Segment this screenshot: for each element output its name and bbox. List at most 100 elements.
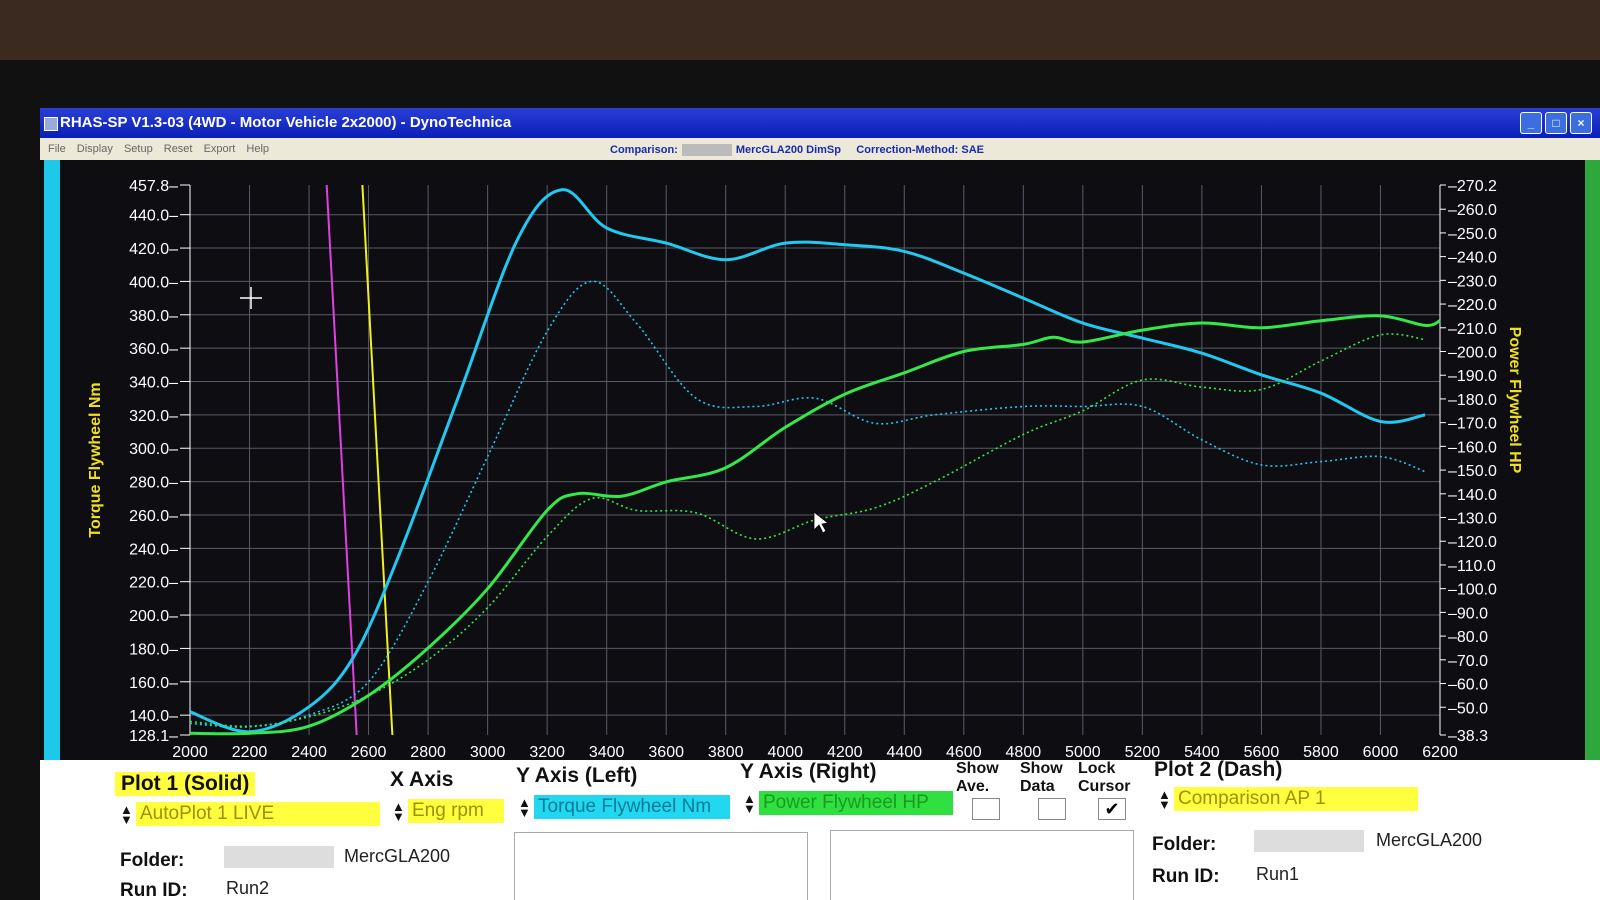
x-tick-label: 3200 [529, 744, 565, 761]
close-icon[interactable]: × [1570, 112, 1592, 134]
x-tick-label: 2000 [172, 744, 208, 761]
x-tick-label: 5400 [1184, 744, 1220, 761]
folder1-redacted [224, 846, 334, 868]
cursor-marker-line [325, 184, 358, 736]
dyno-chart[interactable]: 2000 2200 2400 2600 2800 3000 3200 3400 3600 3800… [40, 160, 1530, 780]
controls-panel: Plot 1 (Solid) ▲ ▼ AutoPlot 1 LIVE X Axis… [40, 758, 1600, 900]
y-right-tick-label: –210.0 [1448, 321, 1497, 338]
x-tick-label: 6000 [1363, 744, 1399, 761]
x-tick-label: 4400 [886, 744, 922, 761]
y-left-tick-label: 440.0– [129, 208, 178, 225]
power-series-dotted [189, 333, 1426, 728]
y-right-tick-label: –190.0 [1448, 368, 1497, 385]
y-right-tick-label: –230.0 [1448, 273, 1497, 290]
y-left-spinner-icon[interactable]: ▲ ▼ [518, 796, 531, 819]
x-tick-label: 4000 [767, 744, 803, 761]
plot-right-strip [1585, 160, 1600, 760]
comparison-info: Comparison: MercGLA200 DimSp Correction-M… [610, 144, 984, 157]
x-tick-label: 3000 [470, 744, 506, 761]
y-left-tick-label: 360.0– [129, 341, 178, 358]
menu-reset[interactable]: Reset [164, 143, 193, 155]
y-left-tick-label: 180.0– [129, 641, 178, 658]
y-right-tick-label: –90.0 [1448, 605, 1488, 622]
y-left-tick-label: 380.0– [129, 308, 178, 325]
comparison-label: Comparison: [610, 144, 678, 156]
folder2-value[interactable]: MercGLA200 [1376, 830, 1482, 851]
runid1-value[interactable]: Run2 [226, 878, 269, 899]
y-right-tick-label: –110.0 [1448, 558, 1496, 575]
y-right-tick-label: –260.0 [1448, 202, 1497, 219]
x-tick-label: 5800 [1303, 744, 1339, 761]
y-left-tick-label: 420.0– [129, 241, 178, 258]
y-right-tick-label: –270.2 [1448, 178, 1497, 195]
x-tick-label: 2400 [291, 744, 327, 761]
y-right-tick-label: –100.0 [1448, 582, 1497, 599]
window-title: RHAS-SP V1.3-03 (4WD - Motor Vehicle 2x2… [60, 114, 512, 131]
x-tick-label: 3600 [648, 744, 684, 761]
y-right-axis-label: Power Flywheel HP [1506, 327, 1523, 474]
x-tick-label: 5000 [1065, 744, 1101, 761]
y-left-axis-label: Torque Flywheel Nm [87, 382, 104, 537]
window-buttons: _ □ × [1520, 112, 1592, 134]
y-right-tick-label: –38.3 [1448, 728, 1488, 745]
torque-series-solid [189, 188, 1426, 734]
runid2-label: Run ID: [1152, 866, 1220, 887]
y-right-tick-label: –80.0 [1448, 629, 1488, 646]
plot1-spinner-icon[interactable]: ▲ ▼ [120, 803, 133, 826]
y-left-select[interactable]: Torque Flywheel Nm [534, 795, 730, 819]
x-tick-label: 3400 [589, 744, 625, 761]
y-right-tick-label: –120.0 [1448, 534, 1497, 551]
runid1-label: Run ID: [120, 880, 188, 900]
runid2-value[interactable]: Run1 [1256, 864, 1299, 885]
menu-export[interactable]: Export [204, 143, 236, 155]
minimize-icon[interactable]: _ [1520, 112, 1542, 134]
maximize-icon[interactable]: □ [1545, 112, 1567, 134]
x-tick-label: 4600 [946, 744, 982, 761]
lock-cursor-checkbox[interactable]: ✔ [1098, 798, 1126, 820]
y-left-tick-label: 340.0– [129, 375, 178, 392]
x-tick-label: 2800 [410, 744, 446, 761]
y-right-tick-label: –50.0 [1448, 700, 1488, 717]
show-data-checkbox[interactable] [1038, 798, 1066, 820]
x-tick-label: 6200 [1422, 744, 1458, 761]
y-left-tick-label: 457.8– [129, 178, 178, 195]
folder1-value[interactable]: MercGLA200 [344, 846, 450, 867]
menu-display[interactable]: Display [77, 143, 113, 155]
y-left-tick-label: 280.0– [129, 475, 178, 492]
x-tick-label: 2600 [351, 744, 387, 761]
y-left-tick-label: 260.0– [129, 508, 178, 525]
y-right-tick-label: –160.0 [1448, 439, 1497, 456]
y-right-tick-label: –130.0 [1448, 511, 1497, 528]
menu-help[interactable]: Help [246, 143, 269, 155]
plot2-spinner-icon[interactable]: ▲ ▼ [1158, 788, 1171, 811]
x-tick-label: 3800 [708, 744, 744, 761]
plot1-select[interactable]: AutoPlot 1 LIVE [136, 802, 380, 826]
y-right-tick-label: –70.0 [1448, 653, 1488, 670]
menu-file[interactable]: File [48, 143, 66, 155]
y-right-tick-label: –240.0 [1448, 250, 1497, 267]
x-tick-label: 4800 [1006, 744, 1042, 761]
y-right-spinner-icon[interactable]: ▲ ▼ [743, 792, 756, 815]
y-left-tick-label: 320.0– [129, 408, 178, 425]
folder2-redacted [1254, 830, 1364, 852]
x-tick-label: 5600 [1244, 744, 1280, 761]
app-icon [44, 117, 58, 131]
notes-box-1[interactable] [514, 832, 808, 900]
y-left-tick-label: 220.0– [129, 575, 178, 592]
folder2-label: Folder: [1152, 834, 1217, 855]
y-right-tick-label: –170.0 [1448, 416, 1497, 433]
x-axis-select[interactable]: Eng rpm [408, 799, 504, 823]
notes-box-2[interactable] [830, 830, 1134, 900]
y-right-tick-label: –150.0 [1448, 463, 1497, 480]
plot2-select[interactable]: Comparison AP 1 [1174, 787, 1418, 811]
y-right-tick-label: –250.0 [1448, 226, 1497, 243]
y-left-tick-label: 300.0– [129, 441, 178, 458]
y-left-tick-label: 128.1– [129, 728, 178, 745]
x-axis-spinner-icon[interactable]: ▲ ▼ [392, 800, 405, 823]
show-ave-checkbox[interactable] [972, 798, 1000, 820]
title-bar[interactable]: RHAS-SP V1.3-03 (4WD - Motor Vehicle 2x2… [40, 108, 1600, 138]
folder1-label: Folder: [120, 850, 185, 871]
menu-setup[interactable]: Setup [124, 143, 153, 155]
y-left-tick-label: 200.0– [129, 608, 178, 625]
y-right-select[interactable]: Power Flywheel HP [759, 791, 953, 815]
